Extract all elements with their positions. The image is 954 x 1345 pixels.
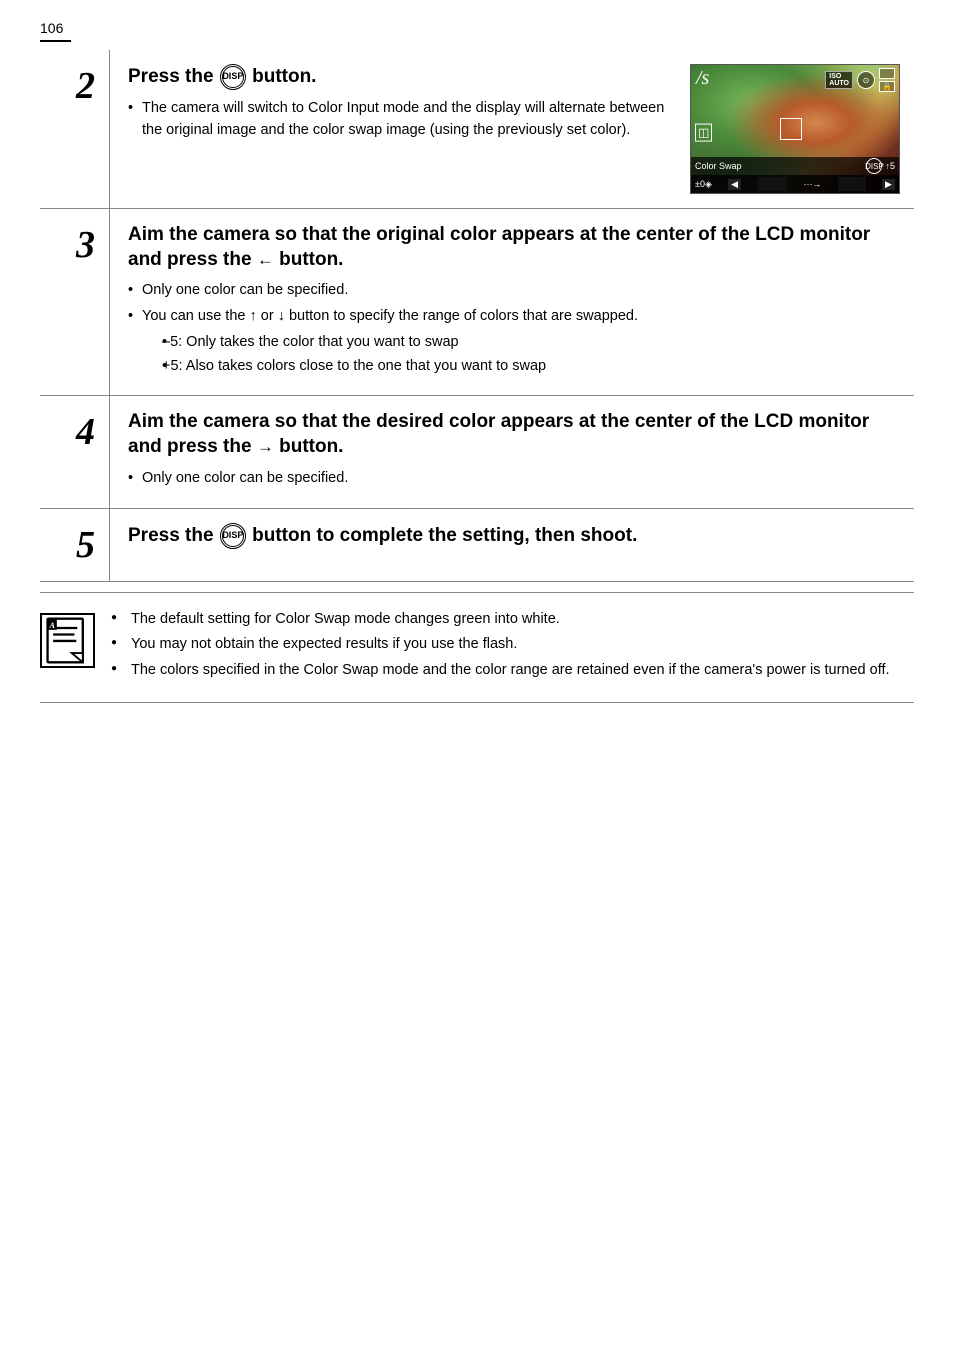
- lcd-bottom-controls: ±0◈ ◀ ···→ ▶: [691, 175, 899, 193]
- lcd-color-swap-text: Color Swap: [695, 161, 742, 171]
- lcd-disp-indicator: DISP ↑5: [866, 158, 895, 174]
- lcd-rect-icon: [879, 68, 895, 79]
- step-title-4: Aim the camera so that the desired color…: [128, 410, 900, 459]
- bullet-item: The camera will switch to Color Input mo…: [128, 98, 674, 142]
- lcd-ctrl-black1: [757, 177, 787, 191]
- step-bullets-2: The camera will switch to Color Input mo…: [128, 98, 674, 142]
- lcd-slash-icon: /s: [696, 67, 709, 90]
- lcd-ctrl-arrow-right: ···→: [804, 179, 822, 189]
- bullet-item: Only one color can be specified.: [128, 280, 900, 302]
- step-number-5: 5: [40, 509, 110, 581]
- note-bullet-item-2: You may not obtain the expected results …: [111, 634, 914, 656]
- steps-table: 2 Press the DISP button. The camera will…: [40, 50, 914, 582]
- lcd-lock-icon: 🔒: [879, 81, 895, 92]
- lcd-settings-icon: ⊙: [857, 71, 875, 89]
- lcd-target-box: [780, 118, 802, 140]
- step-content-3: Aim the camera so that the original colo…: [110, 209, 914, 395]
- step-row-2: 2 Press the DISP button. The camera will…: [40, 50, 914, 209]
- step-bullets-4: Only one color can be specified.: [128, 468, 900, 490]
- step-row-5: 5 Press the DISP button to complete the …: [40, 509, 914, 582]
- note-bullets: The default setting for Color Swap mode …: [111, 609, 914, 686]
- lcd-top-icons: ISOAUTO ⊙ 🔒: [825, 68, 895, 92]
- note-section: A The default setting for Color Swap mod…: [40, 592, 914, 703]
- camera-lcd-image: /s ISOAUTO ⊙ 🔒: [690, 64, 900, 194]
- note-bullet-item-1: The default setting for Color Swap mode …: [111, 609, 914, 631]
- lcd-overlay: /s ISOAUTO ⊙ 🔒: [691, 65, 899, 193]
- lcd-ctrl-left-btn: ◀: [728, 179, 741, 190]
- lcd-disp-circle: DISP: [866, 158, 882, 174]
- page-container: 106 2 Press the DISP button. The camera …: [0, 0, 954, 1345]
- lcd-ctrl-right-btn: ▶: [882, 179, 895, 190]
- lcd-color-swap-label: Color Swap DISP ↑5: [691, 157, 899, 175]
- lcd-ctrl-black2: [838, 177, 866, 191]
- disp-button-icon-5: DISP: [220, 523, 246, 549]
- sub-bullet-item: +5: Also takes colors close to the one t…: [162, 356, 900, 378]
- lcd-camera-icon: ◫: [695, 124, 712, 142]
- step-text-2: Press the DISP button. The camera will s…: [128, 64, 674, 194]
- step-sub-bullets-3: –5: Only takes the color that you want t…: [162, 332, 900, 378]
- note-icon-svg: A: [42, 613, 93, 668]
- left-arrow-icon: ←: [257, 250, 274, 269]
- step-content-2: Press the DISP button. The camera will s…: [110, 50, 914, 208]
- step-title-5: Press the DISP button to complete the se…: [128, 523, 900, 549]
- page-number: 106: [40, 20, 71, 42]
- step-row-4: 4 Aim the camera so that the desired col…: [40, 396, 914, 508]
- note-bullet-item-3: The colors specified in the Color Swap m…: [111, 660, 914, 682]
- lcd-ctrl-pm: ±0◈: [695, 179, 712, 190]
- step-title-3: Aim the camera so that the original colo…: [128, 223, 900, 272]
- step-number-4: 4: [40, 396, 110, 507]
- step-content-5: Press the DISP button to complete the se…: [110, 509, 914, 581]
- step-number-3: 3: [40, 209, 110, 395]
- bullet-item: You can use the ↑ or ↓ button to specify…: [128, 306, 900, 377]
- step-title-2: Press the DISP button.: [128, 64, 674, 90]
- lcd-iso-display: ISOAUTO: [825, 71, 853, 89]
- svg-text:A: A: [48, 620, 55, 629]
- lcd-arrow-indicator: ↑5: [885, 161, 895, 171]
- step-content-4: Aim the camera so that the desired color…: [110, 396, 914, 507]
- step-row-3: 3 Aim the camera so that the original co…: [40, 209, 914, 396]
- disp-button-icon: DISP: [220, 64, 246, 90]
- sub-bullet-item: –5: Only takes the color that you want t…: [162, 332, 900, 354]
- bullet-item: Only one color can be specified.: [128, 468, 900, 490]
- step-bullets-3: Only one color can be specified. You can…: [128, 280, 900, 377]
- note-icon: A: [40, 613, 95, 668]
- lcd-mode-icons: 🔒: [879, 68, 895, 92]
- lcd-bottom-bar: Color Swap DISP ↑5 ±0◈ ◀ ···→: [691, 157, 899, 193]
- right-arrow-icon: →: [257, 437, 274, 456]
- step-number-2: 2: [40, 50, 110, 208]
